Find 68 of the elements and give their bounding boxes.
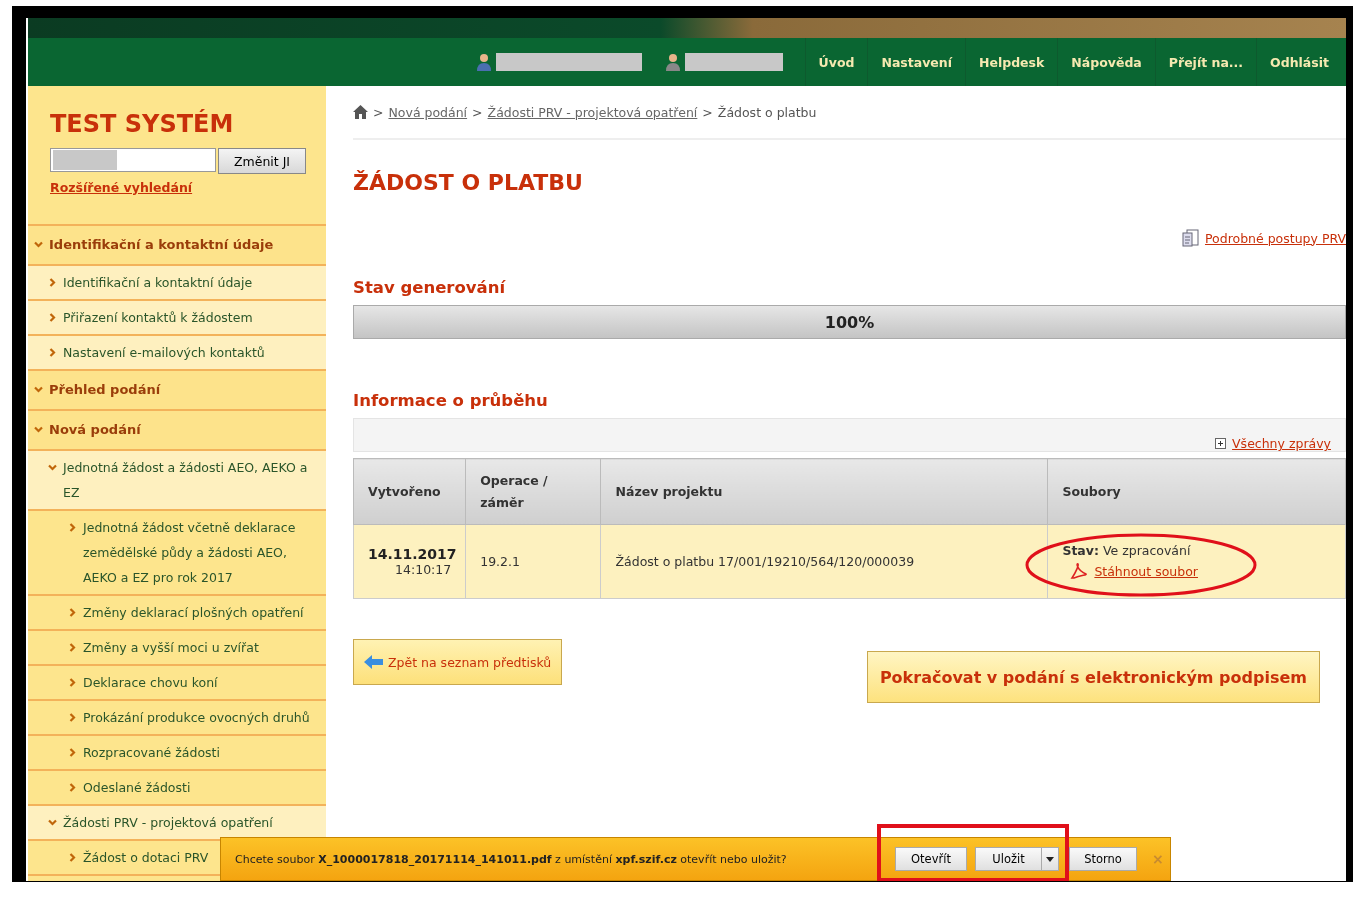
breadcrumb-separator: > (702, 104, 713, 120)
menu-item[interactable]: Deklarace chovu koní (83, 670, 218, 695)
pdf-icon (1070, 562, 1089, 580)
dropdown-button[interactable] (1042, 847, 1059, 871)
nav-link[interactable]: Nápověda (1057, 38, 1155, 86)
chevron-right-icon (68, 853, 77, 862)
nav-link[interactable]: Odhlásit (1256, 38, 1342, 86)
save-button[interactable]: Uložit (975, 847, 1042, 871)
menu-section[interactable]: Přehled podání (49, 377, 161, 402)
plus-box-icon[interactable] (1215, 438, 1227, 449)
system-title: TEST SYSTÉM (50, 110, 235, 138)
menu-section[interactable]: Identifikační a kontaktní údaje (49, 232, 274, 257)
section-heading: Informace o průběhu (353, 391, 549, 410)
chevron-right-icon (48, 313, 57, 322)
menu-section[interactable]: Nová podání (49, 417, 141, 442)
nav-link[interactable]: Úvod (804, 38, 868, 86)
menu-item[interactable]: Změny a vyšší moci u zvířat (83, 635, 259, 660)
download-link[interactable]: Stáhnout soubor (1094, 563, 1198, 579)
section-heading: Stav generování (353, 278, 507, 297)
user-icon (663, 53, 682, 71)
nav-link[interactable]: Přejít na... (1154, 38, 1257, 86)
status-text: Stav: Ve zpracování (1062, 543, 1192, 558)
download-message: Chcete soubor X_1000017818_20171114_141011.pdf z umístění xpf.szif.cz otevřít nebo uložit? (235, 852, 788, 866)
table-cell: 19.2.1 (465, 524, 601, 599)
document-icon (1180, 228, 1201, 248)
cancel-button[interactable]: Storno (1069, 847, 1137, 871)
procedures-link[interactable]: Podrobné postupy PRV (1204, 230, 1346, 246)
created-time: 14:10:17 (394, 562, 452, 577)
all-messages-link[interactable]: Všechny zprávy (1232, 436, 1331, 451)
chevron-right-icon (68, 678, 77, 687)
chevron-right-icon (48, 348, 57, 357)
breadcrumb-link[interactable]: Žádosti PRV - projektová opatření (487, 104, 698, 120)
change-button[interactable]: Změnit JI (218, 148, 306, 174)
arrow-left-icon (364, 654, 384, 670)
home-icon[interactable] (353, 105, 368, 119)
breadcrumb-current: Žádost o platbu (717, 104, 817, 120)
open-button[interactable]: Otevřít (895, 847, 967, 871)
back-button[interactable]: Zpět na seznam předtisků (353, 639, 563, 685)
breadcrumb-separator: > (373, 104, 384, 120)
column-header: Soubory (1047, 458, 1346, 525)
chevron-right-icon (68, 783, 77, 792)
chevron-right-icon (68, 523, 77, 532)
menu-item[interactable]: Odeslané žádosti (83, 775, 191, 800)
menu-item[interactable]: Rozpracované žádosti (83, 740, 220, 765)
continue-button[interactable]: Pokračovat v podání s elektronickým podpisem (866, 651, 1320, 703)
menu-item[interactable]: Prokázání produkce ovocných druhů (83, 705, 310, 730)
caret-icon (1046, 856, 1054, 862)
column-header: Vytvořeno (353, 458, 466, 525)
user-icon (474, 53, 493, 71)
advanced-search-link[interactable]: Rozšířené vyhledání (50, 180, 193, 195)
nav-link[interactable]: Helpdesk (965, 38, 1058, 86)
chevron-right-icon (68, 748, 77, 757)
page-title: ŽÁDOST O PLATBU (353, 169, 584, 197)
chevron-right-icon (48, 278, 57, 287)
chevron-right-icon (68, 608, 77, 617)
breadcrumb-link[interactable]: Nová podání (388, 104, 468, 120)
table-cell: Žádost o platbu 17/001/19210/564/120/000039 (601, 524, 1048, 599)
progress-reading: 100% (824, 312, 875, 332)
menu-item[interactable]: Změny deklarací plošných opatření (83, 600, 304, 625)
search-field[interactable] (50, 148, 216, 172)
chevron-right-icon (68, 713, 77, 722)
menu-item[interactable]: Žádost o dotaci PRV (83, 845, 209, 870)
column-header: Operace / záměr (465, 458, 601, 525)
nav-link[interactable]: Nastavení (867, 38, 965, 86)
column-header: Název projektu (601, 458, 1048, 525)
menu-item[interactable]: Jednotná žádost včetně deklarace zemědělské půdy a žádosti AEO, AEKO a EZ pro rok 2017 (83, 515, 324, 590)
chevron-right-icon (68, 643, 77, 652)
breadcrumb-separator: > (472, 104, 483, 120)
